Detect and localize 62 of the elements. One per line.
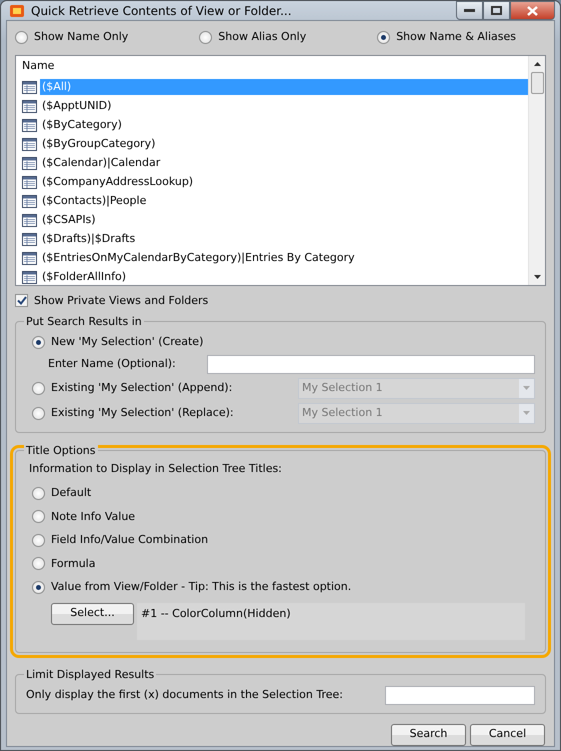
list-item[interactable]: ($FolderAllInfo) — [40, 268, 128, 284]
radio-label[interactable]: Field Info/Value Combination — [51, 532, 208, 548]
radio-button[interactable] — [32, 486, 45, 500]
view-icon — [22, 176, 37, 188]
radio-button[interactable] — [32, 510, 45, 524]
list-item[interactable]: ($CSAPIs) — [40, 212, 98, 228]
close-button[interactable] — [510, 1, 555, 20]
field-label: Only display the first (x) documents in the Selection Tree: — [26, 686, 344, 703]
limit-input-field[interactable] — [385, 686, 535, 704]
radio-button[interactable] — [32, 534, 45, 547]
column-value-display: #1 -- ColorColumn(Hidden) — [137, 602, 525, 640]
radio-button[interactable] — [15, 30, 28, 44]
scrollbar[interactable] — [528, 56, 545, 284]
view-icon — [22, 194, 37, 208]
radio-button[interactable] — [377, 30, 390, 44]
group-title: Title Options — [24, 442, 98, 459]
view-icon — [22, 252, 37, 264]
maximize-icon — [491, 6, 502, 15]
list-item[interactable]: ($Contacts)|People — [40, 192, 148, 210]
radio-label[interactable]: Note Info Value — [51, 508, 136, 525]
maximize-button[interactable] — [483, 1, 510, 20]
radio-label[interactable]: Show Name & Aliases — [396, 29, 516, 46]
group-title: Limit Displayed Results — [24, 666, 156, 683]
radio-label[interactable]: Value from View/Folder - Tip: This is the fastest option. — [51, 579, 352, 596]
dialog-button[interactable]: Cancel — [470, 724, 545, 746]
list-item[interactable]: ($ApptUNID) — [40, 98, 114, 114]
app-icon — [9, 4, 25, 18]
radio-label[interactable]: Default — [51, 485, 92, 502]
window-title: Quick Retrieve Contents of View or Folder... — [31, 2, 292, 20]
group-description: Information to Display in Selection Tree Titles: — [29, 460, 283, 476]
view-icon — [22, 156, 37, 170]
radio-label[interactable]: Formula — [51, 556, 96, 572]
view-icon — [22, 214, 37, 226]
view-icon — [22, 232, 37, 246]
radio-label[interactable]: New 'My Selection' (Create) — [51, 334, 204, 350]
view-icon — [22, 118, 37, 132]
list-item[interactable]: ($ByGroupCategory) — [40, 136, 158, 152]
minimize-button[interactable] — [456, 1, 483, 20]
column-header[interactable]: Name — [16, 56, 528, 78]
name-input-field[interactable] — [207, 354, 535, 374]
radio-button[interactable] — [32, 580, 45, 594]
checkbox-label[interactable]: Show Private Views and Folders — [34, 292, 208, 309]
radio-label[interactable]: Show Alias Only — [218, 29, 306, 46]
radio-label[interactable]: Show Name Only — [34, 29, 128, 46]
view-icon — [22, 138, 37, 150]
radio-button[interactable] — [32, 557, 45, 570]
checkbox[interactable] — [15, 294, 28, 308]
minimize-icon — [464, 8, 475, 12]
view-icon — [22, 100, 37, 112]
scroll-thumb[interactable] — [530, 72, 544, 94]
view-icon — [22, 80, 37, 94]
select-button[interactable]: Select... — [51, 602, 134, 624]
radio-button[interactable] — [32, 336, 45, 349]
list-item[interactable]: ($Calendar)|Calendar — [40, 154, 162, 172]
radio-button[interactable] — [199, 30, 212, 44]
field-label: Enter Name (Optional): — [48, 356, 177, 372]
list-item[interactable]: ($ByCategory) — [40, 116, 124, 134]
close-icon — [527, 6, 538, 16]
list-item[interactable]: ($Drafts)|$Drafts — [40, 230, 138, 248]
list-item[interactable]: ($EntriesOnMyCalendarByCategory)|Entries By Category — [40, 250, 357, 266]
dialog-button[interactable]: Search — [391, 724, 466, 746]
list-item[interactable]: ($CompanyAddressLookup) — [40, 174, 196, 190]
